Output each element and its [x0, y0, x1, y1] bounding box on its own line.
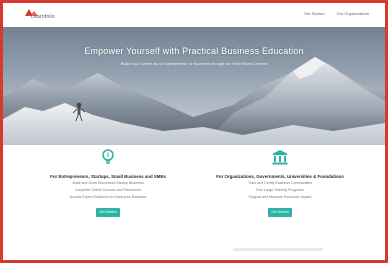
- feature-title: For Organizations, Governments, Universi…: [216, 174, 344, 179]
- hero-banner: Empower Yourself with Practical Business…: [3, 27, 385, 145]
- feature-column-organizations: For Organizations, Governments, Universi…: [195, 148, 365, 218]
- feature-line: Run Large Training Programs: [256, 188, 304, 192]
- screenshot-frame: Learnfolio Get Started Our Organizations: [0, 0, 388, 263]
- feature-column-entrepreneurs: For Entrepreneurs, Startups, Small Busin…: [23, 148, 193, 218]
- logo[interactable]: Learnfolio: [23, 7, 55, 23]
- hero-title: Empower Yourself with Practical Business…: [84, 46, 304, 56]
- hero-subtitle: Build Your Career as an Entrepreneur or …: [120, 61, 268, 66]
- top-nav-links: Get Started Our Organizations: [304, 11, 369, 16]
- feature-line: Complete Online Courses and Resources: [74, 188, 142, 192]
- feature-line: Access Expert Guidance to Grow your Busi…: [69, 195, 147, 199]
- feature-line: Build and Grow Successful Startup Busine…: [72, 181, 144, 185]
- nav-link-get-started[interactable]: Get Started: [304, 11, 324, 16]
- feature-title: For Entrepreneurs, Startups, Small Busin…: [50, 174, 166, 179]
- feature-line: Train and Certify Business Communities: [248, 181, 312, 185]
- top-navigation-bar: Learnfolio Get Started Our Organizations: [3, 3, 385, 27]
- hero-mountains-illustration: [3, 27, 385, 145]
- lightbulb-icon: [102, 149, 114, 164]
- footer-strip: [3, 241, 385, 260]
- get-started-button-entrepreneurs[interactable]: Get Started: [96, 208, 120, 217]
- feature-line: Support and Measure Economic Impact: [248, 195, 312, 199]
- get-started-button-organizations[interactable]: Get Started: [268, 208, 292, 217]
- nav-link-organizations[interactable]: Our Organizations: [337, 11, 369, 16]
- footer-divider: [233, 248, 323, 251]
- institution-icon: [272, 150, 288, 165]
- logo-text: Learnfolio: [31, 14, 55, 20]
